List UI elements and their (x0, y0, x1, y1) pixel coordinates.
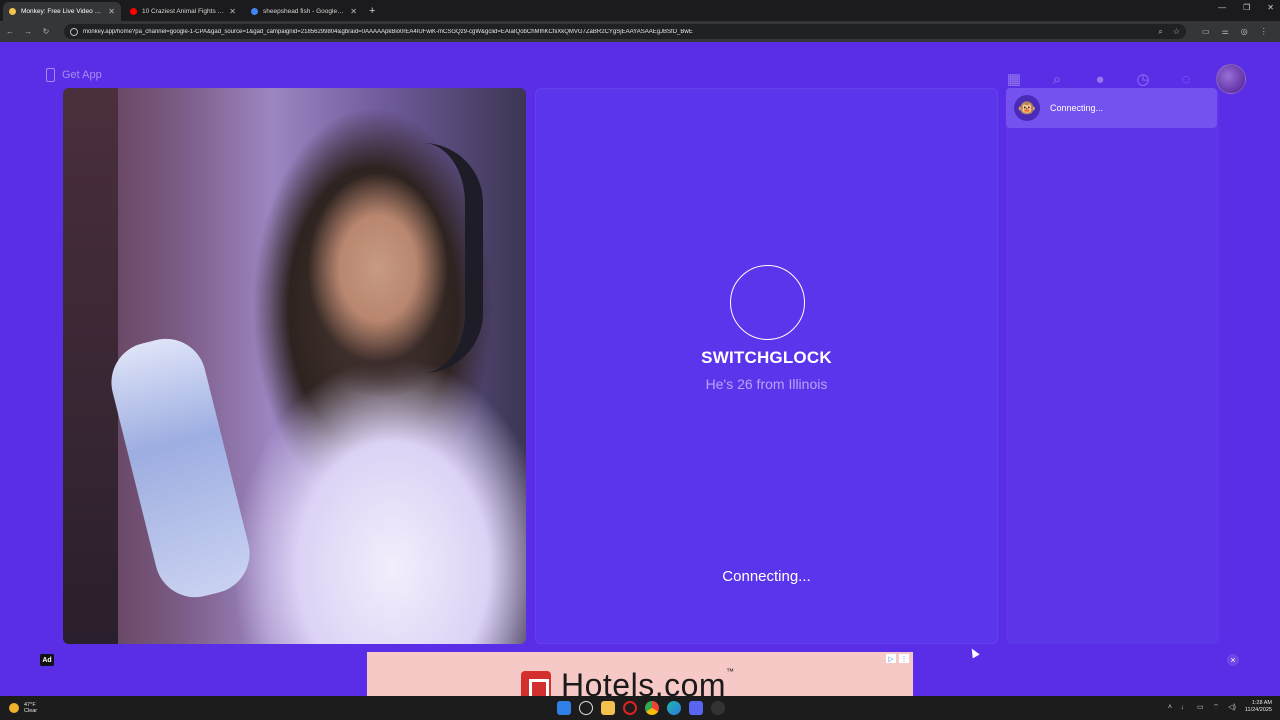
zoom-icon[interactable]: ⌕ (1158, 27, 1162, 37)
system-tray: ˄ ♩ ▭ ⌔ ◁) 1:28 AM 11/24/2025 (1168, 700, 1272, 714)
hotels-brand: Hotels.com™ (561, 667, 735, 696)
network-icon[interactable]: ⌔ (1213, 703, 1220, 712)
edge-icon[interactable] (667, 701, 681, 715)
close-ad-button[interactable]: × (1227, 654, 1239, 666)
bookmark-star-icon[interactable]: ☆ (1173, 27, 1180, 37)
friends-icon[interactable]: ● (1089, 68, 1111, 90)
get-app-label: Get App (62, 69, 102, 81)
weather-condition: Clear (24, 708, 38, 714)
microphone (102, 330, 259, 606)
tab-title: sheepshead fish - Google Search (263, 8, 345, 15)
close-tab-icon[interactable]: ✕ (229, 7, 236, 16)
tab-title: 10 Craziest Animal Fights in the (142, 8, 225, 15)
background-shelf (63, 88, 118, 644)
microphone-tray-icon[interactable]: ♩ (1181, 704, 1188, 711)
address-bar[interactable]: monkey.app/home?pa_channel=google-1-CPA&… (64, 24, 1186, 39)
ad-banner[interactable]: ▷ ⋮ Hotels.com™ (367, 652, 913, 696)
chat-side-panel: 🐵 Connecting... (1006, 88, 1219, 644)
monkey-favicon-icon (9, 8, 16, 15)
get-app-link[interactable]: Get App (46, 68, 102, 82)
tab-title: Monkey: Free Live Video Chat (21, 8, 104, 15)
extensions-icon[interactable]: ⚌ (1222, 27, 1229, 36)
adchoices[interactable]: ▷ ⋮ (886, 654, 909, 663)
match-subtitle: He's 26 from Illinois (705, 376, 828, 392)
google-favicon-icon (251, 8, 258, 15)
close-window-icon[interactable]: ✕ (1267, 3, 1274, 12)
windows-taskbar: 47°F Clear ˄ ♩ ▭ ⌔ ◁) 1:28 AM 11/24/2025 (0, 696, 1280, 720)
sidepanel-icon[interactable]: ▭ (1202, 27, 1210, 36)
back-icon[interactable]: ← (6, 27, 14, 36)
display-tray-icon[interactable]: ▭ (1197, 703, 1204, 711)
hotels-logo-lockup[interactable]: Hotels.com™ (521, 667, 735, 696)
mouse-cursor (968, 646, 980, 659)
hotels-logo-icon (521, 670, 551, 696)
ad-badge: Ad (40, 654, 54, 666)
user-avatar[interactable] (1216, 64, 1246, 94)
close-tab-icon[interactable]: ✕ (350, 7, 357, 16)
weather-widget[interactable]: 47°F Clear (9, 702, 37, 714)
clock-time: 1:28 AM (1251, 700, 1272, 706)
search-icon[interactable]: ⌕ (1046, 68, 1068, 90)
adchoices-icon[interactable]: ▷ (886, 654, 896, 663)
taskbar-apps (557, 701, 725, 715)
search-taskbar-icon[interactable] (579, 701, 593, 715)
browser-tab-google[interactable]: sheepshead fish - Google Search ✕ (245, 2, 363, 21)
ad-options-icon[interactable]: ⋮ (899, 654, 909, 663)
volume-icon[interactable]: ◁) (1228, 703, 1236, 711)
shop-icon[interactable]: ▦ (1003, 68, 1025, 90)
match-name: SWITCHGLOCK (701, 348, 832, 367)
moon-icon (9, 703, 19, 713)
chat-row[interactable]: 🐵 Connecting... (1006, 88, 1217, 128)
clock[interactable]: 1:28 AM 11/24/2025 (1245, 700, 1272, 714)
new-tab-button[interactable]: + (369, 2, 375, 21)
youtube-favicon-icon (130, 8, 137, 15)
chrome-icon[interactable] (645, 701, 659, 715)
discord-icon[interactable] (689, 701, 703, 715)
file-explorer-icon[interactable] (601, 701, 615, 715)
forward-icon[interactable]: → (24, 27, 32, 36)
monkey-app-page: Get App ▦ ⌕ ● ◷ ◌ SWITCHGLOCK He's 26 fr… (0, 42, 1280, 696)
local-video-feed (63, 88, 526, 644)
close-tab-icon[interactable]: ✕ (108, 7, 115, 16)
tray-chevron-icon[interactable]: ˄ (1168, 704, 1172, 711)
url-text[interactable]: monkey.app/home?pa_channel=google-1-CPA&… (83, 29, 1153, 35)
browser-tab-monkey[interactable]: Monkey: Free Live Video Chat ✕ (3, 2, 121, 21)
profile-icon[interactable]: ◎ (1241, 27, 1248, 36)
match-panel: SWITCHGLOCK He's 26 from Illinois Connec… (535, 88, 998, 644)
menu-icon[interactable]: ⋮ (1260, 27, 1268, 36)
history-icon[interactable]: ◷ (1132, 68, 1154, 90)
reload-icon[interactable]: ↻ (42, 27, 50, 36)
match-avatar (730, 265, 805, 340)
chat-icon[interactable]: ◌ (1175, 68, 1197, 90)
phone-icon (46, 68, 55, 82)
maximize-icon[interactable]: ❐ (1243, 3, 1250, 12)
opera-icon[interactable] (623, 701, 637, 715)
minimize-icon[interactable]: — (1218, 3, 1226, 12)
browser-tab-bar: Monkey: Free Live Video Chat ✕ 10 Crazie… (0, 0, 1280, 21)
clock-date: 11/24/2025 (1244, 707, 1272, 713)
browser-tab-youtube[interactable]: 10 Craziest Animal Fights in the ✕ (124, 2, 242, 21)
start-icon[interactable] (557, 701, 571, 715)
headset (393, 143, 483, 373)
site-info-icon[interactable] (70, 27, 78, 36)
monkey-avatar-icon: 🐵 (1014, 95, 1040, 121)
window-controls: — ❐ ✕ (1218, 3, 1274, 12)
match-status: Connecting... (722, 568, 811, 585)
chat-status: Connecting... (1050, 103, 1104, 113)
browser-toolbar: ← → ↻ monkey.app/home?pa_channel=google-… (0, 21, 1280, 42)
app-icon[interactable] (711, 701, 725, 715)
